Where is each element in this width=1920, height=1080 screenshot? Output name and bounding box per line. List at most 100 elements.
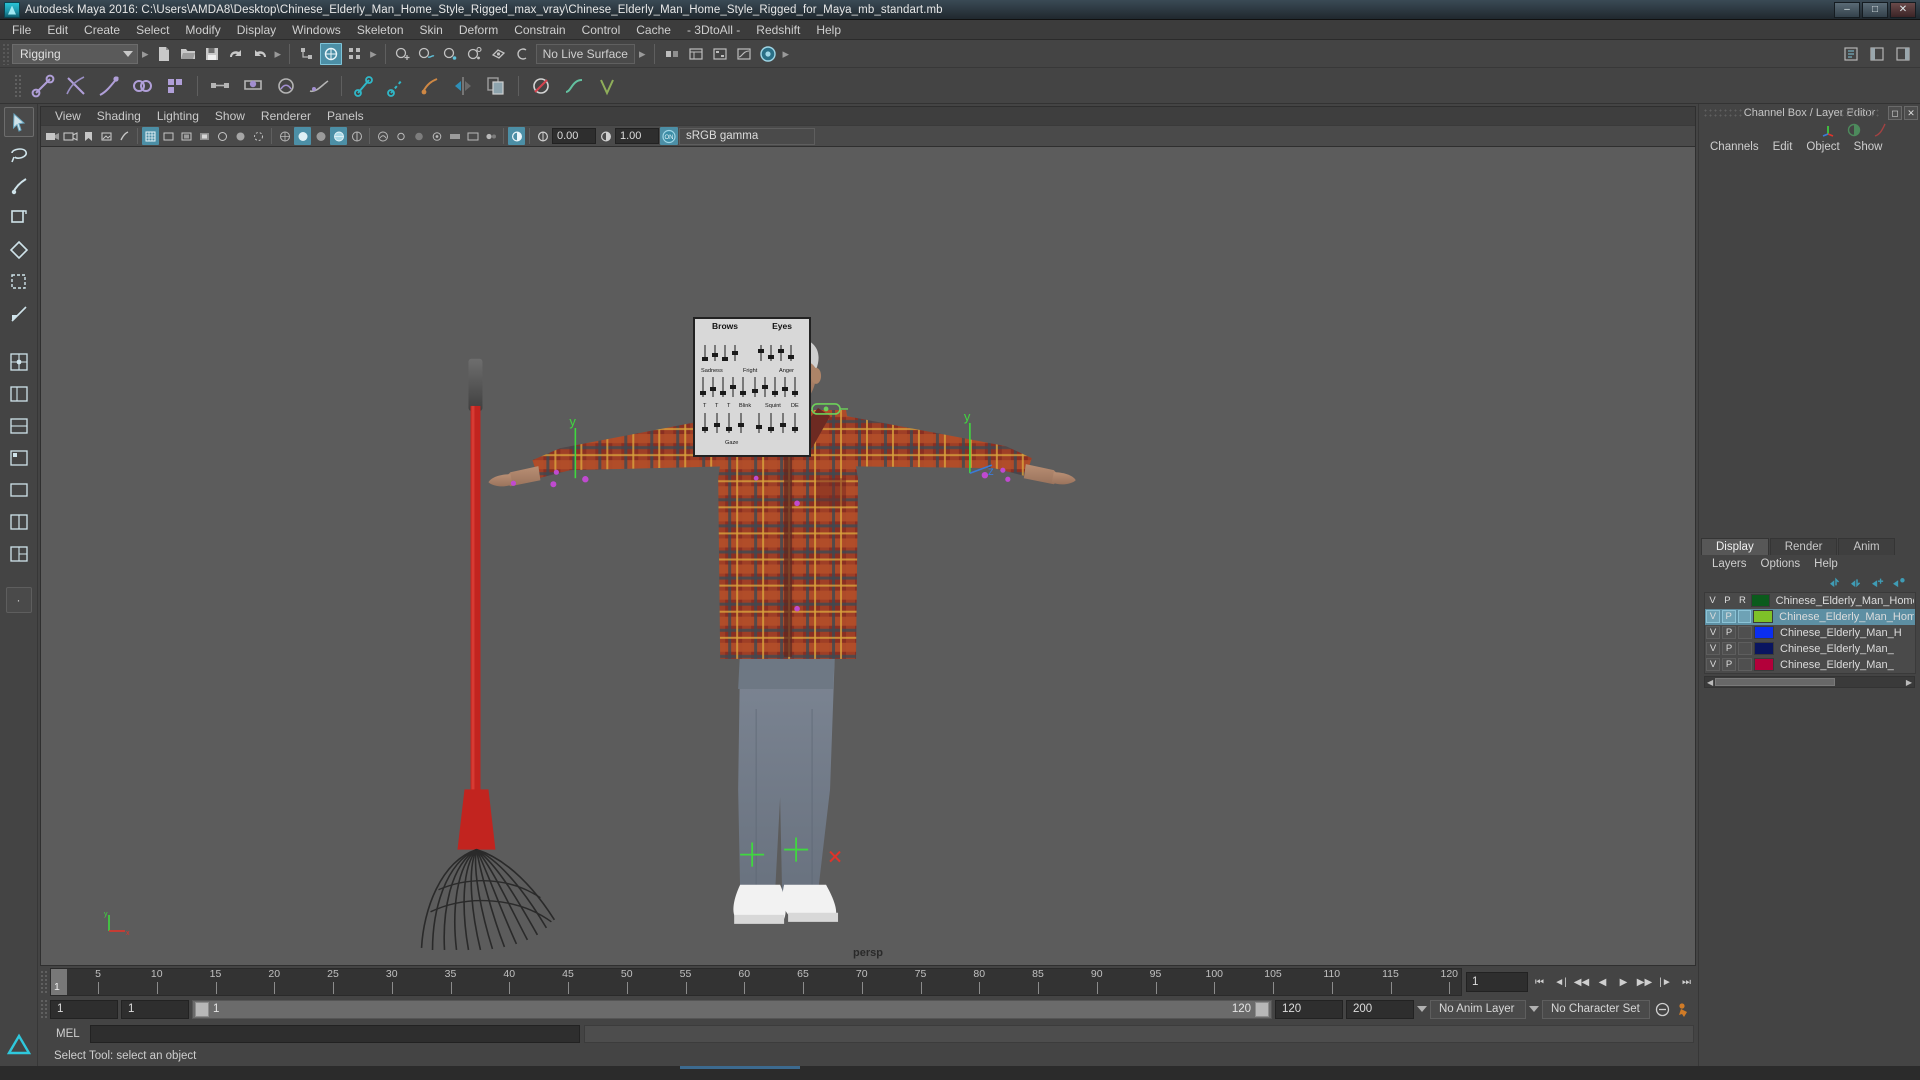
channel-menu-channels[interactable]: Channels — [1703, 140, 1766, 154]
menu-3dtoall[interactable]: - 3DtoAll - — [679, 21, 748, 39]
step-back-frame-button[interactable]: ◀◀ — [1572, 972, 1591, 992]
multisample-aa-icon[interactable] — [464, 127, 481, 145]
range-handle-right[interactable] — [1255, 1001, 1269, 1017]
layer-visibility-toggle[interactable]: V — [1706, 626, 1720, 639]
layout-persp-single-button[interactable] — [4, 475, 34, 505]
menu-skeleton[interactable]: Skeleton — [349, 21, 412, 39]
command-input-field[interactable] — [90, 1025, 580, 1043]
viewport-menu-shading[interactable]: Shading — [89, 108, 149, 124]
tab-anim[interactable]: Anim — [1838, 537, 1895, 555]
grid-toggle-icon[interactable] — [142, 127, 159, 145]
shelf-smooth-bind-icon[interactable] — [559, 71, 589, 101]
viewport-menu-view[interactable]: View — [47, 108, 89, 124]
shelf-paint-weights-icon[interactable] — [415, 71, 445, 101]
layout-persp-graph-button[interactable] — [4, 411, 34, 441]
layer-name[interactable]: Chinese_Elderly_Man_ — [1780, 643, 1894, 655]
layer-playback-toggle[interactable]: P — [1722, 642, 1736, 655]
open-scene-button[interactable] — [177, 43, 199, 65]
shelf-parent-icon[interactable] — [205, 71, 235, 101]
show-manipulator-button[interactable] — [661, 43, 683, 65]
go-to-end-button[interactable]: ⏭ — [1677, 972, 1696, 992]
scroll-left-arrow-icon[interactable]: ◀ — [1707, 678, 1713, 687]
layer-color-swatch[interactable] — [1750, 594, 1770, 607]
layer-reference-toggle[interactable] — [1738, 658, 1752, 671]
current-time-field[interactable]: 1 — [1466, 972, 1528, 992]
step-forward-key-button[interactable]: |► — [1656, 972, 1675, 992]
gamma-icon[interactable] — [597, 127, 614, 145]
new-scene-button[interactable] — [153, 43, 175, 65]
maximize-button[interactable]: □ — [1862, 1, 1888, 18]
menu-create[interactable]: Create — [76, 21, 128, 39]
paint-selection-tool-button[interactable] — [4, 171, 34, 201]
table-row[interactable]: V P Chinese_Elderly_Man_H — [1705, 625, 1915, 641]
viewport-menu-panels[interactable]: Panels — [319, 108, 372, 124]
last-tool-used-button[interactable] — [4, 299, 34, 329]
shelf-lattice-icon[interactable] — [238, 71, 268, 101]
channel-menu-show[interactable]: Show — [1847, 140, 1890, 154]
menu-select[interactable]: Select — [128, 21, 177, 39]
channel-menu-object[interactable]: Object — [1799, 140, 1846, 154]
hypergraph-button[interactable] — [709, 43, 731, 65]
status-expand-5[interactable]: ▸ — [781, 46, 792, 62]
snap-to-projected-center-button[interactable] — [464, 43, 486, 65]
character-set-button[interactable] — [1675, 999, 1694, 1019]
anim-layer-selector[interactable]: No Anim Layer — [1430, 999, 1526, 1019]
xray-active-components-icon[interactable] — [250, 127, 267, 145]
make-live-button[interactable] — [512, 43, 534, 65]
layer-list-horizontal-scrollbar[interactable]: ◀ ▶ — [1704, 675, 1915, 688]
shelf-grip[interactable] — [14, 74, 22, 98]
layout-two-pane-button[interactable] — [4, 507, 34, 537]
layer-visibility-toggle[interactable]: V — [1706, 642, 1720, 655]
live-surface-field[interactable]: No Live Surface — [535, 43, 635, 64]
layer-name[interactable]: Chinese_Elderly_Man_Home_ — [1776, 595, 1914, 607]
shelf-ik-handle-icon[interactable] — [61, 71, 91, 101]
layer-color-swatch[interactable] — [1753, 610, 1774, 623]
menu-display[interactable]: Display — [229, 21, 284, 39]
exposure-icon[interactable] — [534, 127, 551, 145]
range-start-time-field[interactable]: 1 — [121, 999, 189, 1019]
view-transform-enabled-icon[interactable]: ON — [660, 127, 678, 145]
snap-to-curve-button[interactable] — [416, 43, 438, 65]
move-layer-up-icon[interactable] — [1829, 576, 1843, 588]
play-forwards-button[interactable]: ▶ — [1614, 972, 1633, 992]
range-end-time-field[interactable]: 120 — [1275, 999, 1343, 1019]
anim-layer-dropdown-icon[interactable] — [1417, 1006, 1427, 1012]
status-expand-1[interactable]: ▸ — [140, 46, 151, 62]
menu-deform[interactable]: Deform — [451, 21, 506, 39]
select-tool-button[interactable] — [3, 107, 34, 137]
layer-visibility-toggle[interactable]: V — [1706, 610, 1720, 623]
tool-settings-toggle[interactable] — [1866, 43, 1888, 65]
layer-reference-toggle[interactable] — [1738, 642, 1752, 655]
time-slider-cursor[interactable]: 1 — [51, 969, 67, 995]
step-forward-frame-button[interactable]: ▶▶ — [1635, 972, 1654, 992]
menu-cache[interactable]: Cache — [628, 21, 679, 39]
table-row[interactable]: V P Chinese_Elderly_Man_ — [1705, 657, 1915, 673]
shelf-wire-icon[interactable] — [304, 71, 334, 101]
lasso-tool-button[interactable] — [4, 139, 34, 169]
channel-box-toggle[interactable] — [1892, 43, 1914, 65]
status-expand-2[interactable]: ▸ — [273, 46, 284, 62]
layer-playback-toggle[interactable]: P — [1722, 658, 1736, 671]
smooth-shade-selected-icon[interactable] — [312, 127, 329, 145]
anim-start-time-field[interactable]: 1 — [50, 999, 118, 1019]
layer-playback-toggle[interactable]: P — [1721, 610, 1736, 623]
two-d-pan-zoom-icon[interactable] — [116, 127, 133, 145]
attribute-editor-toggle[interactable] — [1840, 43, 1862, 65]
select-by-hierarchy-button[interactable] — [296, 43, 318, 65]
range-slider-track[interactable]: 1 120 — [192, 999, 1272, 1019]
select-camera-icon[interactable] — [44, 127, 61, 145]
layer-color-swatch[interactable] — [1754, 642, 1774, 655]
menu-help[interactable]: Help — [808, 21, 849, 39]
play-backwards-button[interactable]: ◀ — [1593, 972, 1612, 992]
close-button[interactable]: ✕ — [1890, 1, 1916, 18]
scrollbar-thumb[interactable] — [1715, 677, 1835, 686]
layer-reference-toggle[interactable] — [1737, 610, 1752, 623]
range-handle-left[interactable] — [195, 1001, 209, 1017]
animation-preferences-button[interactable] — [1653, 999, 1672, 1019]
shelf-deformer-v-icon[interactable] — [592, 71, 622, 101]
exposure-field[interactable]: 0.00 — [552, 128, 596, 144]
table-row[interactable]: V P Chinese_Elderly_Man_Hom — [1705, 608, 1915, 625]
smooth-shade-all-icon[interactable] — [294, 127, 311, 145]
motion-blur-icon[interactable] — [446, 127, 463, 145]
tab-display[interactable]: Display — [1701, 537, 1769, 555]
